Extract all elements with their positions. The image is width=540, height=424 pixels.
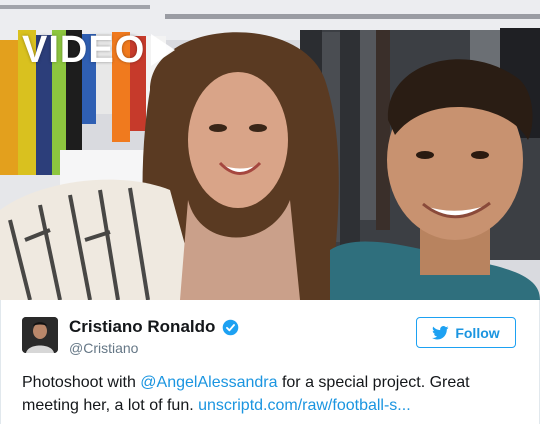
follow-button[interactable]: Follow: [416, 317, 516, 348]
twitter-bird-icon: [432, 325, 449, 339]
tweet-card: Cristiano Ronaldo @Cristiano Follow Phot…: [0, 300, 540, 424]
mention-link[interactable]: @AngelAlessandra: [140, 374, 277, 391]
url-link[interactable]: unscriptd.com/raw/football-s...: [198, 397, 411, 414]
play-icon[interactable]: [151, 34, 176, 66]
avatar[interactable]: [22, 317, 58, 353]
follow-button-label: Follow: [455, 324, 500, 341]
author-name[interactable]: Cristiano Ronaldo: [69, 317, 215, 337]
verified-badge-icon: [222, 319, 239, 336]
tweet-text-part1: Photoshoot with: [22, 374, 141, 391]
avatar-image: [22, 317, 58, 353]
tweet-text: Photoshoot with @AngelAlessandra for a s…: [22, 371, 522, 417]
video-thumbnail[interactable]: VIDEO: [0, 0, 540, 300]
author-handle[interactable]: @Cristiano: [69, 339, 138, 357]
video-badge: VIDEO: [22, 29, 176, 71]
video-badge-label: VIDEO: [22, 29, 146, 71]
